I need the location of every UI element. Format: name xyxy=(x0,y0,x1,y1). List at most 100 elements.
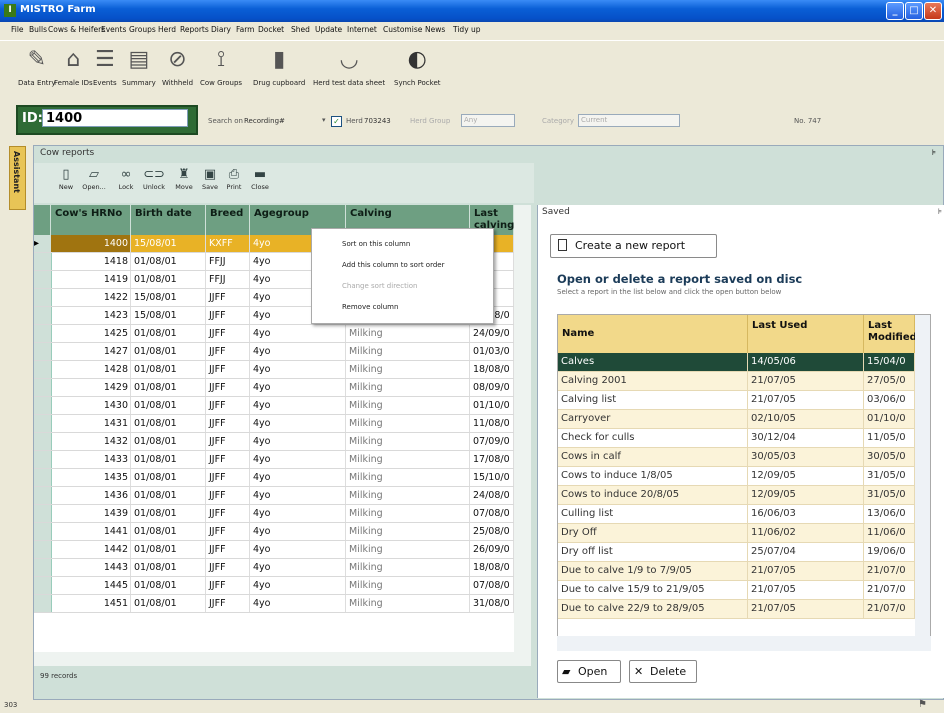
cell-breed[interactable]: JJFF xyxy=(206,523,250,540)
cell-last-calving[interactable]: 07/08/0 xyxy=(470,505,514,522)
list-item[interactable]: Culling list 16/06/03 13/06/0 xyxy=(558,505,930,524)
cell-breed[interactable]: JJFF xyxy=(206,379,250,396)
cell-last-calving[interactable]: 18/08/0 xyxy=(470,559,514,576)
cell-breed[interactable]: JJFF xyxy=(206,469,250,486)
current-row-arrow-icon[interactable]: ▸ xyxy=(34,235,52,252)
menu-shed[interactable]: Shed xyxy=(291,25,310,34)
menu-update[interactable]: Update xyxy=(315,25,342,34)
maximize-button[interactable]: □ xyxy=(905,2,923,20)
list-item[interactable]: Check for culls 30/12/04 11/05/0 xyxy=(558,429,930,448)
cell-hrno[interactable]: 1422 xyxy=(51,289,131,306)
cell-agegroup[interactable]: 4yo xyxy=(250,433,346,450)
menu-news[interactable]: News xyxy=(425,25,445,34)
row-indicator[interactable] xyxy=(34,433,52,450)
herd-group-select[interactable]: Any xyxy=(461,114,515,127)
new-report-button[interactable]: ▯ New xyxy=(52,167,80,191)
cell-hrno[interactable]: 1436 xyxy=(51,487,131,504)
female-ids-button[interactable]: ⌂ Female IDs xyxy=(54,45,93,87)
unlock-button[interactable]: ⊂⊃ Unlock xyxy=(140,167,168,191)
search-on-select[interactable]: Recording# xyxy=(244,117,285,125)
cell-hrno[interactable]: 1442 xyxy=(51,541,131,558)
cell-hrno[interactable]: 1430 xyxy=(51,397,131,414)
cell-agegroup[interactable]: 4yo xyxy=(250,577,346,594)
move-button[interactable]: ♜ Move xyxy=(170,167,198,191)
table-row[interactable]: 1430 01/08/01 JJFF 4yo Milking 01/10/0 xyxy=(34,397,531,415)
cell-last-calving[interactable]: 24/08/0 xyxy=(470,487,514,504)
minimize-button[interactable]: _ xyxy=(886,2,904,20)
cell-last-calving[interactable]: 18/08/0 xyxy=(470,361,514,378)
herd-checkbox[interactable]: ✓ xyxy=(331,116,342,127)
cell-hrno[interactable]: 1445 xyxy=(51,577,131,594)
cell-birth-date[interactable]: 01/08/01 xyxy=(131,505,206,522)
grid-vertical-scrollbar[interactable] xyxy=(514,205,531,652)
herd-test-sheet-button[interactable]: ◡ Herd test data sheet xyxy=(313,45,385,87)
close-window-button[interactable]: ✕ xyxy=(924,2,942,20)
id-input[interactable]: 1400 xyxy=(42,109,188,127)
table-row[interactable]: 1451 01/08/01 JJFF 4yo Milking 31/08/0 xyxy=(34,595,531,613)
create-report-button[interactable]: Create a new report xyxy=(550,234,717,258)
print-button[interactable]: ⎙ Print xyxy=(220,167,248,191)
col-header-hrno[interactable]: Cow's HRNo xyxy=(51,205,131,235)
saved-vertical-scrollbar[interactable] xyxy=(915,315,930,650)
list-item[interactable]: Carryover 02/10/05 01/10/0 xyxy=(558,410,930,429)
drug-cupboard-button[interactable]: ▮ Drug cupboard xyxy=(253,45,305,87)
cell-birth-date[interactable]: 01/08/01 xyxy=(131,271,206,288)
table-row[interactable]: 1432 01/08/01 JJFF 4yo Milking 07/09/0 xyxy=(34,433,531,451)
list-item[interactable]: Due to calve 1/9 to 7/9/05 21/07/05 21/07/… xyxy=(558,562,930,581)
synch-pocket-button[interactable]: ◐ Synch Pocket xyxy=(394,45,441,87)
menu-herd[interactable]: Herd xyxy=(158,25,176,34)
cell-breed[interactable]: FFJJ xyxy=(206,253,250,270)
list-item[interactable]: Cows in calf 30/05/03 30/05/0 xyxy=(558,448,930,467)
row-indicator[interactable] xyxy=(34,541,52,558)
cell-agegroup[interactable]: 4yo xyxy=(250,397,346,414)
menu-docket[interactable]: Docket xyxy=(258,25,284,34)
cell-calving[interactable]: Milking xyxy=(346,505,470,522)
close-report-button[interactable]: ▬ Close xyxy=(246,167,274,191)
row-indicator[interactable] xyxy=(34,271,52,288)
list-item[interactable]: Calving list 21/07/05 03/06/0 xyxy=(558,391,930,410)
table-row[interactable]: 1433 01/08/01 JJFF 4yo Milking 17/08/0 xyxy=(34,451,531,469)
cell-hrno[interactable]: 1429 xyxy=(51,379,131,396)
table-row[interactable]: 1436 01/08/01 JJFF 4yo Milking 24/08/0 xyxy=(34,487,531,505)
table-row[interactable]: 1427 01/08/01 JJFF 4yo Milking 01/03/0 xyxy=(34,343,531,361)
row-indicator[interactable] xyxy=(34,397,52,414)
cell-birth-date[interactable]: 15/08/01 xyxy=(131,307,206,324)
menu-events[interactable]: Events xyxy=(101,25,126,34)
row-indicator[interactable] xyxy=(34,505,52,522)
table-row[interactable]: 1435 01/08/01 JJFF 4yo Milking 15/10/0 xyxy=(34,469,531,487)
list-item[interactable]: Due to calve 22/9 to 28/9/05 21/07/05 21/0… xyxy=(558,600,930,619)
row-indicator[interactable] xyxy=(34,469,52,486)
data-entry-button[interactable]: ✎ Data Entry xyxy=(18,45,56,87)
cell-calving[interactable]: Milking xyxy=(346,433,470,450)
cell-birth-date[interactable]: 01/08/01 xyxy=(131,469,206,486)
cell-breed[interactable]: JJFF xyxy=(206,397,250,414)
cell-agegroup[interactable]: 4yo xyxy=(250,505,346,522)
row-indicator[interactable] xyxy=(34,487,52,504)
row-indicator[interactable] xyxy=(34,379,52,396)
cell-hrno[interactable]: 1425 xyxy=(51,325,131,342)
assistant-tab[interactable]: Assistant xyxy=(9,146,26,210)
cell-agegroup[interactable]: 4yo xyxy=(250,487,346,504)
col-header-last-used[interactable]: Last Used xyxy=(748,315,864,353)
col-header-breed[interactable]: Breed xyxy=(206,205,250,235)
cell-last-calving[interactable]: 25/08/0 xyxy=(470,523,514,540)
cell-agegroup[interactable]: 4yo xyxy=(250,361,346,378)
cell-hrno[interactable]: 1451 xyxy=(51,595,131,612)
cell-calving[interactable]: Milking xyxy=(346,523,470,540)
menu-cows[interactable]: Cows & Heifers xyxy=(48,25,105,34)
menu-reports[interactable]: Reports xyxy=(180,25,209,34)
table-row[interactable]: 1441 01/08/01 JJFF 4yo Milking 25/08/0 xyxy=(34,523,531,541)
cell-last-calving[interactable]: 07/09/0 xyxy=(470,433,514,450)
cell-agegroup[interactable]: 4yo xyxy=(250,415,346,432)
cell-agegroup[interactable]: 4yo xyxy=(250,325,346,342)
cell-agegroup[interactable]: 4yo xyxy=(250,451,346,468)
cell-agegroup[interactable]: 4yo xyxy=(250,343,346,360)
cell-birth-date[interactable]: 01/08/01 xyxy=(131,325,206,342)
cell-hrno[interactable]: 1441 xyxy=(51,523,131,540)
table-row[interactable]: 1431 01/08/01 JJFF 4yo Milking 11/08/0 xyxy=(34,415,531,433)
cell-hrno[interactable]: 1431 xyxy=(51,415,131,432)
list-item[interactable]: Cows to induce 1/8/05 12/09/05 31/05/0 xyxy=(558,467,930,486)
cell-calving[interactable]: Milking xyxy=(346,379,470,396)
menu-groups[interactable]: Groups xyxy=(129,25,156,34)
cell-last-calving[interactable]: 08/09/0 xyxy=(470,379,514,396)
